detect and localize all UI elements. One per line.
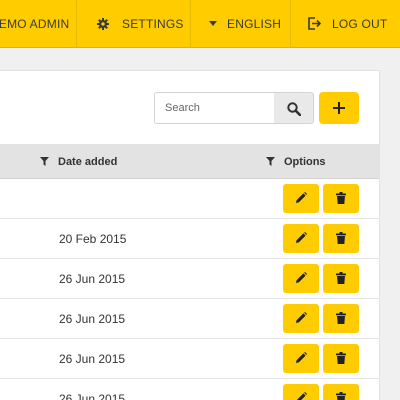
content-panel: Date added Options 20 Feb 2015 xyxy=(0,70,380,400)
trash-icon xyxy=(336,392,346,400)
edit-button[interactable] xyxy=(283,264,319,293)
trash-icon xyxy=(336,232,346,244)
delete-button[interactable] xyxy=(323,384,359,400)
edit-button[interactable] xyxy=(283,224,319,253)
pencil-icon xyxy=(296,352,307,363)
trash-icon xyxy=(336,352,346,364)
language-selector[interactable]: ENGLISH xyxy=(191,0,291,48)
plus-icon xyxy=(333,102,345,114)
column-header-options[interactable]: Options xyxy=(266,144,326,179)
pencil-icon xyxy=(296,392,307,400)
pencil-icon xyxy=(296,232,307,243)
table-header: Date added Options xyxy=(0,144,379,179)
trash-icon xyxy=(336,192,346,204)
table-row: 20 Feb 2015 xyxy=(0,219,379,259)
logout-button[interactable]: LOG OUT xyxy=(291,0,400,48)
gear-icon xyxy=(97,18,109,30)
search-button[interactable] xyxy=(274,92,314,124)
date-cell: 26 Jun 2015 xyxy=(59,392,126,400)
settings-menu[interactable]: SETTINGS xyxy=(77,0,191,48)
table-row: 26 Jun 2015 xyxy=(0,339,379,379)
table-row: 26 Jun 2015 xyxy=(0,299,379,339)
logout-label: LOG OUT xyxy=(332,17,388,31)
caret-down-icon xyxy=(209,21,217,26)
column-label: Date added xyxy=(58,155,118,168)
filter-icon xyxy=(266,157,275,166)
search-box xyxy=(154,92,314,124)
pencil-icon xyxy=(296,312,307,323)
trash-icon xyxy=(336,312,346,324)
user-menu[interactable]: DEMO ADMIN xyxy=(0,0,77,48)
user-menu-label: DEMO ADMIN xyxy=(0,17,70,31)
table-row: 26 Jun 2015 xyxy=(0,379,379,400)
date-cell: 20 Feb 2015 xyxy=(59,232,127,246)
edit-button[interactable] xyxy=(283,344,319,373)
pencil-icon xyxy=(296,192,307,203)
filter-icon xyxy=(40,157,49,166)
column-label: Options xyxy=(284,155,326,168)
date-cell: 26 Jun 2015 xyxy=(59,352,126,366)
top-navigation-bar: DEMO ADMIN SETTINGS ENGLISH LOG OUT xyxy=(0,0,400,48)
logout-icon xyxy=(308,17,321,30)
delete-button[interactable] xyxy=(323,224,359,253)
table-row xyxy=(0,179,379,219)
delete-button[interactable] xyxy=(323,184,359,213)
pencil-icon xyxy=(296,272,307,283)
table-row: 26 Jun 2015 xyxy=(0,259,379,299)
search-input[interactable] xyxy=(154,92,274,124)
edit-button[interactable] xyxy=(283,184,319,213)
language-label: ENGLISH xyxy=(227,17,282,31)
date-cell: 26 Jun 2015 xyxy=(59,312,126,326)
edit-button[interactable] xyxy=(283,304,319,333)
search-icon xyxy=(287,102,301,116)
date-cell: 26 Jun 2015 xyxy=(59,272,126,286)
delete-button[interactable] xyxy=(323,304,359,333)
trash-icon xyxy=(336,272,346,284)
delete-button[interactable] xyxy=(323,344,359,373)
delete-button[interactable] xyxy=(323,264,359,293)
add-button[interactable] xyxy=(319,92,359,124)
edit-button[interactable] xyxy=(283,384,319,400)
settings-label: SETTINGS xyxy=(122,17,184,31)
column-header-date-added[interactable]: Date added xyxy=(40,144,117,179)
